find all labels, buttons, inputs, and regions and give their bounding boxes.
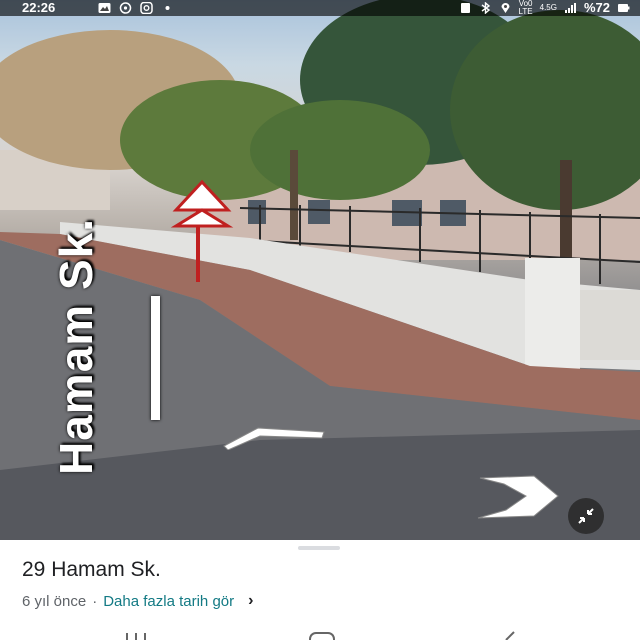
status-time: 22:26 [22,0,56,15]
battery-percent: %72 [583,0,610,15]
forward-arrow-icon[interactable] [222,424,326,450]
imagery-date-row: 6 yıl önce · Daha fazla tarih gör › [22,592,253,610]
screenshot-icon [460,3,470,13]
street-label-line [151,296,160,420]
bluetooth-icon [481,2,490,14]
see-more-dates-link[interactable]: Daha fazla tarih gör [103,593,234,610]
signal-icon [564,3,576,13]
separator: · [92,592,98,610]
carrier-indicator: Vo0 LTE [518,0,533,16]
dot-icon [165,6,170,10]
status-bar: 22:26 Vo0 LTE 4.5G %72 [0,0,640,16]
battery-icon [618,4,630,12]
place-bottom-sheet[interactable]: 29 Hamam Sk. 6 yıl önce · Daha fazla tar… [0,540,640,640]
drag-handle[interactable] [298,546,340,550]
network-type: 4.5G [539,3,557,12]
street-label: Hamam Sk. [50,217,102,475]
instagram-icon [140,2,153,14]
whatsapp-icon [119,2,132,14]
place-title: 29 Hamam Sk. [22,558,161,581]
exit-street-view-button[interactable] [568,498,604,534]
gallery-icon [98,3,111,13]
home-icon[interactable] [308,630,336,640]
imagery-age: 6 yıl önce [22,592,87,610]
shrink-arrows-icon [578,508,594,524]
chevron-right-icon[interactable]: › [248,592,253,610]
android-navigation-bar [0,628,640,640]
right-arrow-icon[interactable] [476,474,560,520]
recents-icon[interactable] [124,630,150,640]
location-icon [501,3,510,13]
tree-middle [250,100,430,200]
back-icon[interactable] [500,630,520,640]
